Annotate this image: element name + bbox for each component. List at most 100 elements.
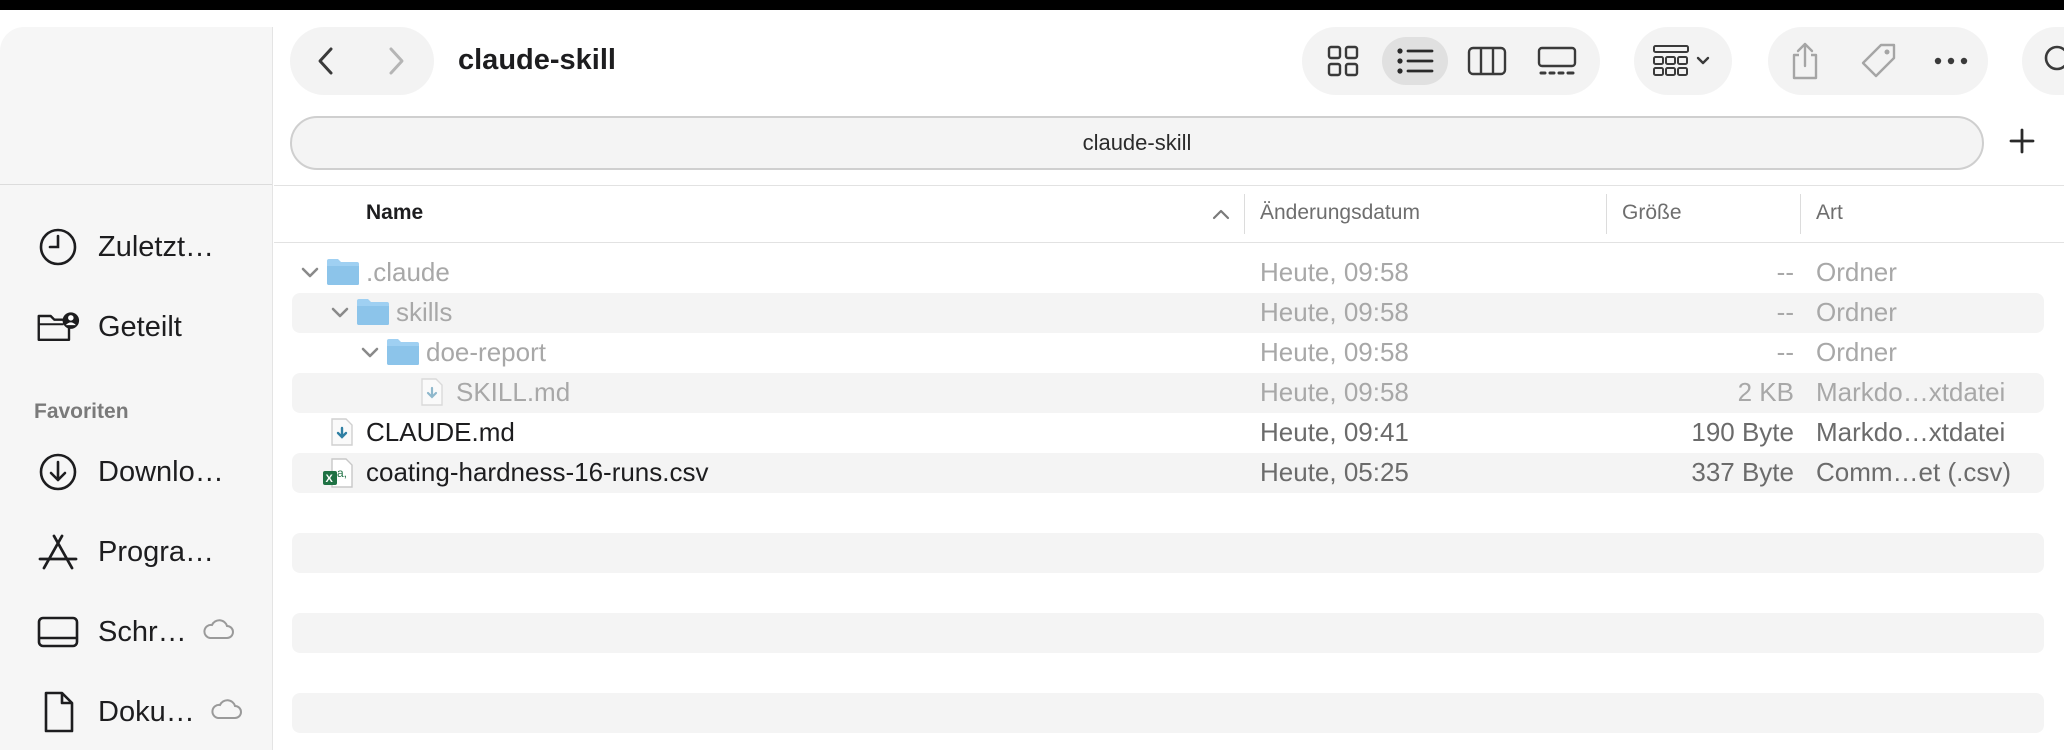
sidebar-item-recents[interactable]: Zuletzt… — [36, 227, 214, 267]
search-icon — [2044, 45, 2064, 71]
table-row-doe-report-folder[interactable]: doe-report Heute, 09:58 -- Ordner — [292, 333, 2044, 373]
group-icon — [1653, 45, 1710, 76]
file-kind: Ordner — [1816, 257, 1897, 287]
path-bar[interactable]: claude-skill — [290, 116, 1984, 170]
list-icon — [1397, 48, 1434, 74]
table-row-claude-md[interactable]: CLAUDE.md Heute, 09:41 190 Byte Markdo…x… — [292, 413, 2044, 453]
applications-icon — [36, 530, 80, 574]
empty-row-stripe — [292, 533, 2044, 573]
file-kind: Markdo…xtdatei — [1816, 417, 2006, 447]
icon-view-button[interactable] — [1310, 37, 1376, 85]
column-header-date[interactable]: Änderungsdatum — [1260, 201, 1420, 225]
column-header-size[interactable]: Größe — [1622, 201, 1682, 225]
icloud-icon — [209, 696, 243, 729]
screen-top-edge — [0, 0, 2064, 10]
action-controls — [1768, 27, 1988, 95]
icloud-icon — [201, 616, 235, 649]
download-icon — [36, 450, 80, 494]
sidebar-divider — [0, 184, 272, 185]
file-date: Heute, 09:58 — [1260, 297, 1409, 327]
tags-button[interactable] — [1844, 27, 1914, 95]
window-title: claude-skill — [458, 44, 616, 76]
sidebar-item-desktop[interactable]: Schr… — [36, 612, 235, 652]
tag-icon — [1861, 43, 1896, 78]
gallery-icon — [1537, 46, 1577, 75]
file-kind: Markdo…xtdatei — [1816, 377, 2006, 407]
more-actions-button[interactable] — [1916, 27, 1986, 95]
desktop-icon — [36, 610, 80, 654]
search-button[interactable] — [2022, 27, 2064, 95]
svg-text:a,: a, — [337, 466, 347, 480]
file-name: doe-report — [426, 337, 546, 367]
list-view-button[interactable] — [1382, 37, 1448, 85]
file-name: SKILL.md — [456, 377, 571, 407]
plus-icon — [2009, 128, 2035, 154]
clock-icon — [36, 225, 80, 269]
chevron-right-icon — [389, 47, 404, 75]
file-size: 190 Byte — [1691, 417, 1794, 447]
sidebar-item-label: Zuletzt… — [98, 230, 215, 263]
folder-icon — [387, 339, 419, 365]
file-name: coating-hardness-16-runs.csv — [366, 457, 709, 487]
file-date: Heute, 05:25 — [1260, 457, 1409, 487]
ellipsis-icon — [1934, 57, 1968, 65]
navigation-controls — [290, 27, 434, 95]
file-kind: Ordner — [1816, 337, 1897, 367]
excel-csv-file-icon: a,X — [323, 458, 353, 488]
column-view-button[interactable] — [1454, 37, 1520, 85]
table-row-skills-folder[interactable]: skills Heute, 09:58 -- Ordner — [292, 293, 2044, 333]
group-by-button[interactable] — [1634, 27, 1732, 95]
chevron-left-icon — [318, 47, 333, 75]
file-name: skills — [396, 297, 453, 327]
disclosure-expanded-icon[interactable] — [330, 303, 350, 323]
shared-folder-icon — [36, 305, 80, 349]
svg-text:X: X — [326, 473, 334, 485]
sidebar-item-label: Doku… — [98, 695, 195, 728]
file-name: CLAUDE.md — [366, 417, 515, 447]
folder-icon — [357, 299, 389, 325]
file-size: -- — [1776, 297, 1794, 327]
empty-row-stripe — [292, 693, 2044, 733]
back-button[interactable] — [296, 27, 356, 95]
file-date: Heute, 09:58 — [1260, 337, 1409, 367]
file-size: -- — [1776, 257, 1794, 287]
markdown-file-icon — [421, 378, 443, 406]
column-header-name[interactable]: Name — [366, 201, 423, 225]
columns-icon — [1467, 46, 1507, 76]
table-row-claude-folder[interactable]: .claude Heute, 09:58 -- Ordner — [292, 253, 2044, 293]
disclosure-expanded-icon[interactable] — [360, 343, 380, 363]
document-icon — [36, 690, 80, 734]
disclosure-expanded-icon[interactable] — [300, 263, 320, 283]
table-row-skill-md[interactable]: SKILL.md Heute, 09:58 2 KB Markdo…xtdate… — [292, 373, 2044, 413]
share-button[interactable] — [1770, 27, 1840, 95]
file-kind: Comm…et (.csv) — [1816, 457, 2011, 487]
file-size: -- — [1776, 337, 1794, 367]
file-date: Heute, 09:58 — [1260, 257, 1409, 287]
column-divider[interactable] — [1606, 194, 1607, 234]
table-row-csv-file[interactable]: a, X coating-hardness-16-runs.csv Heute, … — [292, 453, 2044, 493]
new-tab-button[interactable] — [1998, 115, 2046, 167]
view-mode-switcher — [1302, 27, 1600, 95]
column-header-kind[interactable]: Art — [1816, 201, 1843, 225]
file-date: Heute, 09:41 — [1260, 417, 1409, 447]
sidebar-item-label: Progra… — [98, 535, 215, 568]
sidebar-item-documents[interactable]: Doku… — [36, 690, 243, 734]
file-name: .claude — [366, 257, 450, 287]
file-kind: Ordner — [1816, 297, 1897, 327]
column-divider[interactable] — [1244, 194, 1245, 234]
grid-icon — [1327, 45, 1359, 77]
file-size: 2 KB — [1737, 377, 1794, 407]
column-header-row: Name Änderungsdatum Größe Art — [274, 185, 2064, 243]
folder-icon — [327, 259, 359, 285]
empty-row-stripe — [292, 613, 2044, 653]
sidebar-item-shared[interactable]: Geteilt — [36, 307, 182, 347]
sidebar-item-downloads[interactable]: Downlo… — [36, 452, 224, 492]
share-icon — [1792, 42, 1818, 80]
forward-button[interactable] — [366, 27, 426, 95]
file-date: Heute, 09:58 — [1260, 377, 1409, 407]
gallery-view-button[interactable] — [1524, 37, 1590, 85]
sidebar-item-applications[interactable]: Progra… — [36, 532, 214, 572]
sort-ascending-icon[interactable] — [1210, 200, 1232, 228]
column-divider[interactable] — [1800, 194, 1801, 234]
sidebar-item-label: Schr… — [98, 615, 187, 648]
